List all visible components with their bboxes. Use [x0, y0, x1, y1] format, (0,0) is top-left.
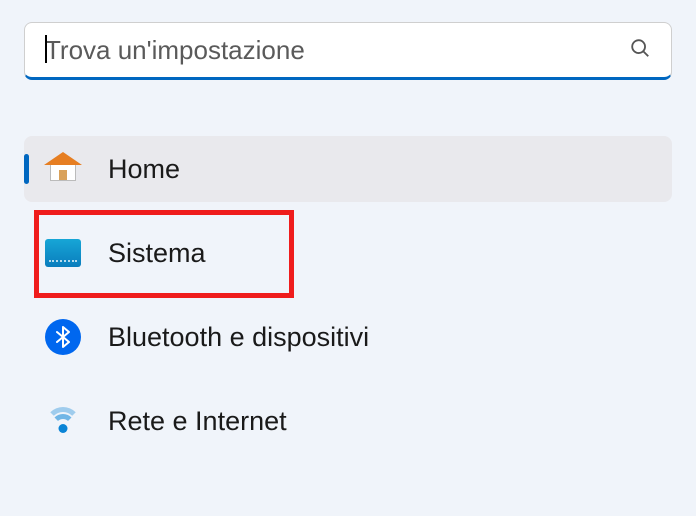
nav-item-bluetooth[interactable]: Bluetooth e dispositivi [24, 304, 672, 370]
search-box[interactable] [24, 22, 672, 80]
search-input[interactable] [45, 35, 629, 66]
nav-label: Rete e Internet [108, 406, 287, 437]
nav-label: Bluetooth e dispositivi [108, 322, 369, 353]
nav-label: Home [108, 154, 180, 185]
nav-label: Sistema [108, 238, 206, 269]
text-caret [45, 35, 47, 63]
active-indicator [24, 154, 29, 184]
nav-item-home[interactable]: Home [24, 136, 672, 202]
settings-nav: Home Sistema Bluetooth e dispositivi Ret… [24, 136, 672, 454]
bluetooth-icon [44, 318, 82, 356]
nav-item-network[interactable]: Rete e Internet [24, 388, 672, 454]
home-icon [44, 150, 82, 188]
wifi-icon [44, 402, 82, 440]
system-icon [44, 234, 82, 272]
search-icon [629, 37, 651, 64]
nav-item-system[interactable]: Sistema [24, 220, 672, 286]
